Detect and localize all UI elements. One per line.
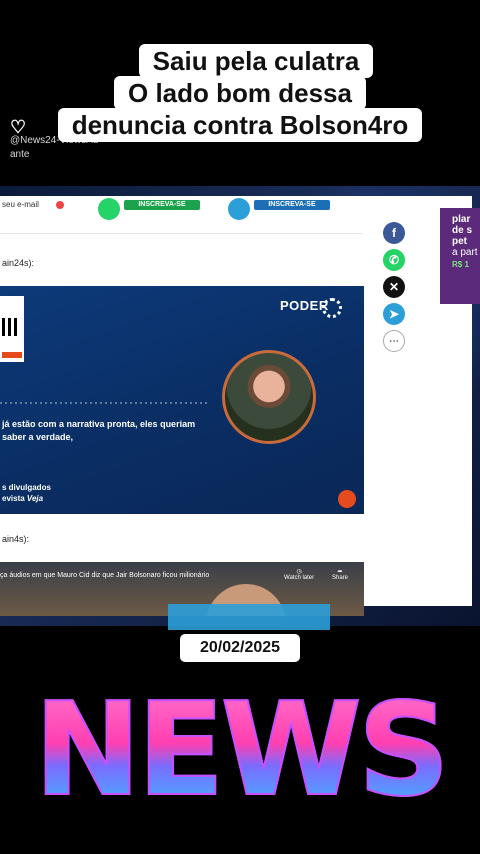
share-label: Share: [332, 575, 349, 581]
source-label-2: ain4s):: [2, 534, 30, 544]
speaker-portrait: [222, 350, 316, 444]
poder-ring-icon: [322, 298, 342, 318]
email-label: seu e-mail: [2, 200, 39, 209]
caption-line-3: denuncia contra Bolson4ro: [57, 108, 423, 142]
subscribe-bar: seu e-mail INSCREVA-SE INSCREVA-SE: [0, 196, 362, 234]
watch-later-button[interactable]: ◷ Watch later: [284, 568, 314, 581]
caption: Saiu pela culatra O lado bom dessa denun…: [36, 44, 444, 142]
ad-price: R$ 1: [452, 260, 469, 269]
x-icon[interactable]: ✕: [383, 276, 405, 298]
account-sub: ante: [10, 149, 30, 160]
video-caption: s divulgados evista Veja: [2, 482, 51, 504]
qr-card: [0, 296, 24, 362]
facebook-icon[interactable]: f: [383, 222, 405, 244]
side-ad[interactable]: plar de s pet a part R$ 1: [440, 208, 480, 304]
watch-later-label: Watch later: [284, 575, 315, 581]
source-label-1: ain24s):: [2, 258, 35, 268]
whatsapp-icon[interactable]: [98, 198, 120, 220]
qr-tag: [2, 352, 22, 358]
telegram-share-icon[interactable]: ➤: [383, 303, 405, 325]
date-badge: 20/02/2025: [180, 634, 300, 662]
video-caption-line-2: evista: [2, 494, 25, 503]
video-frame: Saiu pela culatra O lado bom dessa denun…: [0, 0, 480, 854]
youtube-title: ça áudios em que Mauro Cid diz que Jair …: [0, 572, 210, 579]
blue-strip: [168, 604, 330, 630]
share-button[interactable]: ➦ Share: [332, 568, 348, 581]
whatsapp-share-icon[interactable]: ✆: [383, 249, 405, 271]
ad-text: plar de s pet a part: [452, 214, 478, 258]
small-badge-icon: [56, 201, 64, 209]
caption-line-2: O lado bom dessa: [114, 76, 366, 110]
browser-screenshot: seu e-mail INSCREVA-SE INSCREVA-SE ain24…: [0, 186, 480, 626]
ad-line-2: de s: [452, 225, 473, 236]
telegram-icon[interactable]: [228, 198, 250, 220]
news-banner: NEWS: [0, 675, 480, 826]
video-player[interactable]: PODER já estão com a narrativa pronta, e…: [0, 286, 364, 514]
social-share-column: f ✆ ✕ ➤ ⋯: [383, 222, 407, 357]
dotted-divider: [0, 402, 210, 404]
caption-line-1: Saiu pela culatra: [138, 44, 374, 78]
video-caption-line-1: s divulgados: [2, 483, 51, 492]
video-caption-italic: Veja: [26, 494, 44, 503]
subscribe-whatsapp-button[interactable]: INSCREVA-SE: [124, 200, 200, 210]
ad-line-4: a part: [452, 247, 478, 258]
ad-line-3: pet: [452, 236, 467, 247]
qr-code-icon: [2, 318, 20, 336]
video-quote: já estão com a narrativa pronta, eles qu…: [2, 419, 196, 442]
poder-badge-icon: [338, 490, 356, 508]
more-icon[interactable]: ⋯: [383, 330, 405, 352]
ad-line-1: plar: [452, 214, 471, 225]
web-page: seu e-mail INSCREVA-SE INSCREVA-SE ain24…: [0, 196, 480, 616]
subscribe-telegram-button[interactable]: INSCREVA-SE: [254, 200, 330, 210]
